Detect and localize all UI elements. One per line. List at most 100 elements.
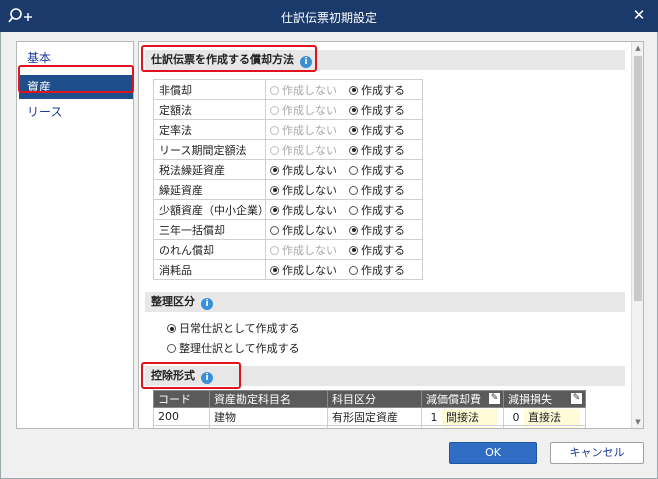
dep-type[interactable]: 間接法 xyxy=(442,408,498,425)
radio-dot[interactable] xyxy=(349,245,358,255)
scroll-thumb[interactable] xyxy=(634,56,642,301)
radio-no-create: 作成しない xyxy=(270,102,337,118)
radio-dot[interactable] xyxy=(270,225,279,235)
row-options: 作成しない 作成する xyxy=(265,259,423,280)
col-impairment[interactable]: 減損損失 ✎ xyxy=(503,390,586,408)
pencil-icon[interactable]: ✎ xyxy=(489,393,500,404)
vertical-scrollbar[interactable]: ▲ ▼ xyxy=(631,42,643,428)
radio-dot[interactable] xyxy=(349,225,358,235)
radio-no-create[interactable]: 作成しない xyxy=(270,162,337,178)
radio-no-create: 作成しない xyxy=(270,242,337,258)
radio-label: 作成する xyxy=(361,83,405,97)
table-row[interactable]: 200 建物 有形固定資産 1 間接法 0 直接法 xyxy=(153,407,586,426)
radio-create[interactable]: 作成する xyxy=(349,242,405,258)
row-options: 作成しない 作成する xyxy=(265,139,423,160)
radio-dot[interactable] xyxy=(349,85,358,95)
radio-label: 作成する xyxy=(361,183,405,197)
radio-dot[interactable] xyxy=(349,185,358,195)
ok-button[interactable]: OK xyxy=(449,442,537,464)
row-options: 作成しない 作成する xyxy=(265,159,423,180)
cell-impairment[interactable]: 0 直接法 xyxy=(503,407,586,426)
sidebar: 基本 資産 リース xyxy=(16,41,134,429)
radio-dot[interactable] xyxy=(349,205,358,215)
radio-daily-journal[interactable]: 日常仕訳として作成する xyxy=(167,320,300,336)
radio-create[interactable]: 作成する xyxy=(349,162,405,178)
radio-no-create[interactable]: 作成しない xyxy=(270,202,337,218)
col-impairment-label: 減損損失 xyxy=(508,393,552,406)
cell-code: 200 xyxy=(153,407,210,426)
pencil-icon[interactable]: ✎ xyxy=(571,393,582,404)
cell-depreciation[interactable]: 1間接法 xyxy=(421,407,504,426)
imp-number: 0 xyxy=(512,410,520,424)
radio-dot[interactable] xyxy=(349,265,358,275)
radio-create[interactable]: 作成する xyxy=(349,182,405,198)
row-label: 定率法 xyxy=(153,119,266,140)
radio-dot[interactable] xyxy=(349,125,358,135)
sidebar-item-lease[interactable]: リース xyxy=(19,100,133,124)
cell-depreciation[interactable]: 1間接法 xyxy=(421,425,504,428)
radio-dot[interactable] xyxy=(167,344,176,353)
scroll-down-arrow-icon[interactable]: ▼ xyxy=(632,416,643,428)
radio-dot[interactable] xyxy=(270,265,279,275)
radio-label: 作成しない xyxy=(282,183,337,197)
radio-no-create: 作成しない xyxy=(270,142,337,158)
radio-create[interactable]: 作成する xyxy=(349,82,405,98)
radio-label: 作成する xyxy=(361,223,405,237)
radio-no-create: 作成しない xyxy=(270,122,337,138)
radio-create[interactable]: 作成する xyxy=(349,222,405,238)
row-label: 繰延資産 xyxy=(153,179,266,200)
cancel-button[interactable]: キャンセル xyxy=(550,442,644,464)
row-options: 作成しない 作成する xyxy=(265,239,423,260)
radio-dot[interactable] xyxy=(349,165,358,175)
col-account-name: 資産勘定科目名 xyxy=(209,390,328,408)
voucher-options-table: 非償却 作成しない 作成する 定額法 作成しない 作成する 定率法 作成しない 作成する リース期… xyxy=(153,79,423,280)
radio-create[interactable]: 作成する xyxy=(349,202,405,218)
radio-no-create[interactable]: 作成しない xyxy=(270,182,337,198)
radio-label: 作成する xyxy=(361,243,405,257)
radio-dot xyxy=(270,245,279,255)
table-row[interactable]: 201建物付属設備有形固定資産1間接法0直接法 xyxy=(153,425,586,430)
radio-label: 作成しない xyxy=(282,103,337,117)
voucher-row: 定率法 作成しない 作成する xyxy=(153,119,423,140)
row-options: 作成しない 作成する xyxy=(265,179,423,200)
radio-label: 作成しない xyxy=(282,83,337,97)
dep-type[interactable]: 間接法 xyxy=(442,426,498,428)
info-icon[interactable]: i xyxy=(201,298,213,310)
radio-label: 作成しない xyxy=(282,123,337,137)
radio-no-create[interactable]: 作成しない xyxy=(270,262,337,278)
radio-dot[interactable] xyxy=(270,185,279,195)
section-header-category: 整理区分 i xyxy=(145,292,625,312)
imp-number: 0 xyxy=(508,429,524,430)
radio-dot[interactable] xyxy=(270,165,279,175)
radio-dot[interactable] xyxy=(349,145,358,155)
cell-category: 有形固定資産 xyxy=(327,407,422,426)
radio-dot[interactable] xyxy=(167,324,176,333)
row-label: 三年一括償却 xyxy=(153,219,266,240)
radio-label: 作成する xyxy=(361,143,405,157)
imp-type[interactable]: 直接法 xyxy=(524,426,580,428)
imp-type[interactable]: 直接法 xyxy=(524,408,580,425)
radio-dot[interactable] xyxy=(270,205,279,215)
radio-label: 整理仕訳として作成する xyxy=(179,342,300,355)
radio-create[interactable]: 作成する xyxy=(349,262,405,278)
radio-label: 作成する xyxy=(361,263,405,277)
radio-adjust-journal[interactable]: 整理仕訳として作成する xyxy=(167,340,300,356)
col-depreciation[interactable]: 減価償却費 ✎ xyxy=(421,390,504,408)
row-label: のれん償却 xyxy=(153,239,266,260)
radio-dot xyxy=(270,85,279,95)
row-options: 作成しない 作成する xyxy=(265,199,423,220)
row-options: 作成しない 作成する xyxy=(265,219,423,240)
radio-create[interactable]: 作成する xyxy=(349,102,405,118)
radio-create[interactable]: 作成する xyxy=(349,122,405,138)
radio-dot[interactable] xyxy=(349,105,358,115)
cell-impairment[interactable]: 0直接法 xyxy=(503,425,586,430)
radio-label: 作成する xyxy=(361,103,405,117)
close-icon[interactable]: ✕ xyxy=(630,6,648,24)
row-options: 作成しない 作成する xyxy=(265,99,423,120)
radio-label: 作成する xyxy=(361,123,405,137)
voucher-row: のれん償却 作成しない 作成する xyxy=(153,239,423,260)
radio-label: 作成しない xyxy=(282,263,337,277)
scroll-up-arrow-icon[interactable]: ▲ xyxy=(632,42,643,54)
radio-create[interactable]: 作成する xyxy=(349,142,405,158)
radio-no-create[interactable]: 作成しない xyxy=(270,222,337,238)
